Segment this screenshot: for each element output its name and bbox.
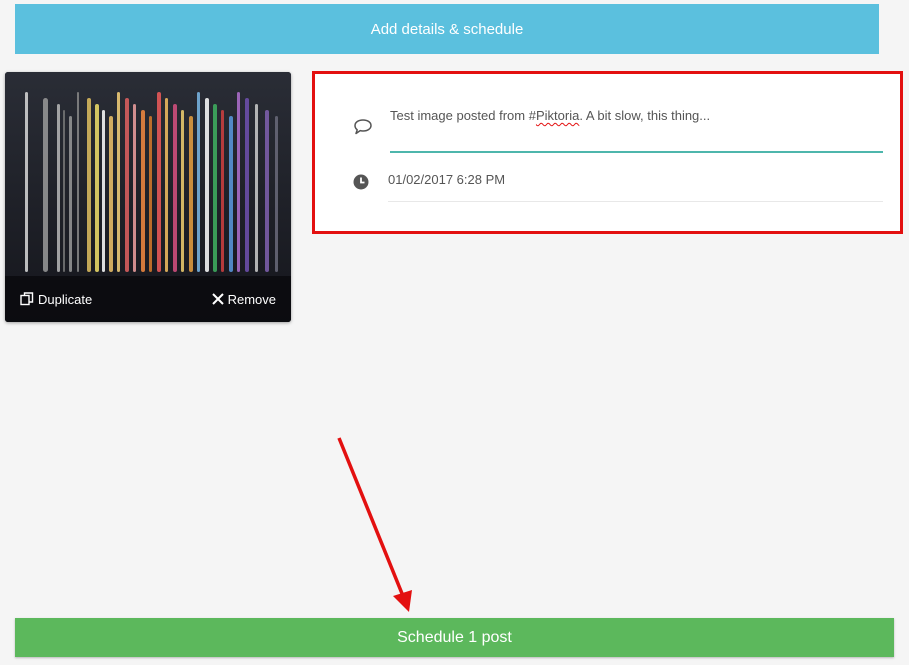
- page: Add details & schedule Duplicate Remove …: [0, 0, 909, 665]
- schedule-post-button[interactable]: Schedule 1 post: [15, 618, 894, 657]
- schedule-post-label: Schedule 1 post: [397, 628, 512, 646]
- annotation-arrow: [337, 437, 412, 612]
